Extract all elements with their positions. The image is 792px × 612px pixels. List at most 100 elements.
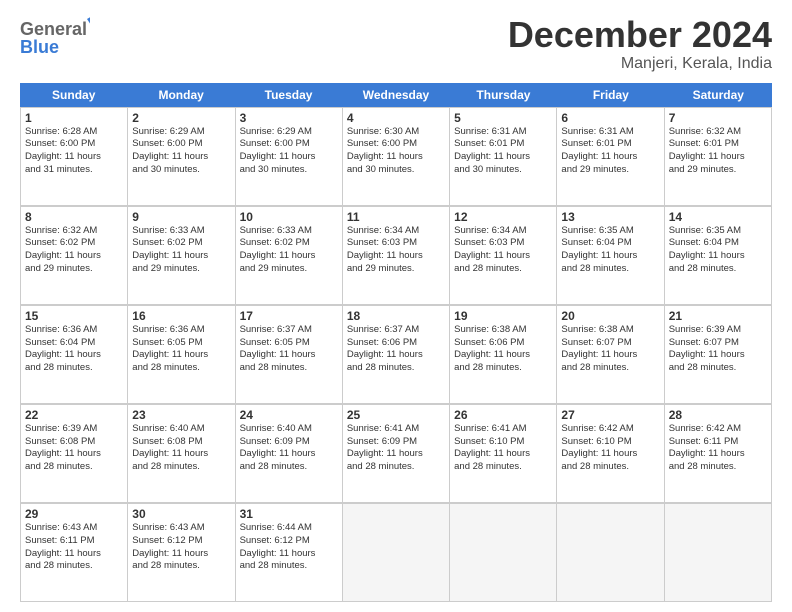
day-number: 14: [669, 210, 767, 224]
day-info: Sunrise: 6:36 AM Sunset: 6:05 PM Dayligh…: [132, 324, 230, 375]
day-number: 30: [132, 507, 230, 521]
day-info: Sunrise: 6:30 AM Sunset: 6:00 PM Dayligh…: [347, 126, 445, 177]
day-number: 10: [240, 210, 338, 224]
day-cell-12: 12Sunrise: 6:34 AM Sunset: 6:03 PM Dayli…: [450, 207, 557, 305]
day-info: Sunrise: 6:40 AM Sunset: 6:09 PM Dayligh…: [240, 423, 338, 474]
day-number: 26: [454, 408, 552, 422]
day-info: Sunrise: 6:38 AM Sunset: 6:06 PM Dayligh…: [454, 324, 552, 375]
day-info: Sunrise: 6:32 AM Sunset: 6:02 PM Dayligh…: [25, 225, 123, 276]
day-info: Sunrise: 6:32 AM Sunset: 6:01 PM Dayligh…: [669, 126, 767, 177]
calendar-header: SundayMondayTuesdayWednesdayThursdayFrid…: [20, 83, 772, 107]
day-cell-14: 14Sunrise: 6:35 AM Sunset: 6:04 PM Dayli…: [665, 207, 772, 305]
empty-cell: [450, 504, 557, 602]
day-cell-21: 21Sunrise: 6:39 AM Sunset: 6:07 PM Dayli…: [665, 306, 772, 404]
day-number: 17: [240, 309, 338, 323]
day-cell-16: 16Sunrise: 6:36 AM Sunset: 6:05 PM Dayli…: [128, 306, 235, 404]
day-header-tuesday: Tuesday: [235, 83, 342, 107]
day-number: 15: [25, 309, 123, 323]
day-number: 8: [25, 210, 123, 224]
day-number: 5: [454, 111, 552, 125]
day-cell-9: 9Sunrise: 6:33 AM Sunset: 6:02 PM Daylig…: [128, 207, 235, 305]
day-info: Sunrise: 6:39 AM Sunset: 6:08 PM Dayligh…: [25, 423, 123, 474]
day-cell-8: 8Sunrise: 6:32 AM Sunset: 6:02 PM Daylig…: [21, 207, 128, 305]
day-info: Sunrise: 6:34 AM Sunset: 6:03 PM Dayligh…: [454, 225, 552, 276]
day-cell-22: 22Sunrise: 6:39 AM Sunset: 6:08 PM Dayli…: [21, 405, 128, 503]
day-cell-11: 11Sunrise: 6:34 AM Sunset: 6:03 PM Dayli…: [343, 207, 450, 305]
day-cell-20: 20Sunrise: 6:38 AM Sunset: 6:07 PM Dayli…: [557, 306, 664, 404]
day-cell-6: 6Sunrise: 6:31 AM Sunset: 6:01 PM Daylig…: [557, 108, 664, 206]
logo: General Blue: [20, 15, 90, 59]
day-header-friday: Friday: [557, 83, 664, 107]
day-header-wednesday: Wednesday: [342, 83, 449, 107]
day-number: 7: [669, 111, 767, 125]
day-number: 9: [132, 210, 230, 224]
calendar-week-4: 22Sunrise: 6:39 AM Sunset: 6:08 PM Dayli…: [20, 404, 772, 503]
svg-text:Blue: Blue: [20, 37, 59, 57]
day-cell-25: 25Sunrise: 6:41 AM Sunset: 6:09 PM Dayli…: [343, 405, 450, 503]
empty-cell: [343, 504, 450, 602]
day-number: 1: [25, 111, 123, 125]
day-info: Sunrise: 6:41 AM Sunset: 6:10 PM Dayligh…: [454, 423, 552, 474]
day-number: 29: [25, 507, 123, 521]
day-number: 16: [132, 309, 230, 323]
day-info: Sunrise: 6:36 AM Sunset: 6:04 PM Dayligh…: [25, 324, 123, 375]
day-number: 21: [669, 309, 767, 323]
day-info: Sunrise: 6:41 AM Sunset: 6:09 PM Dayligh…: [347, 423, 445, 474]
day-info: Sunrise: 6:42 AM Sunset: 6:10 PM Dayligh…: [561, 423, 659, 474]
day-info: Sunrise: 6:34 AM Sunset: 6:03 PM Dayligh…: [347, 225, 445, 276]
day-number: 3: [240, 111, 338, 125]
day-cell-13: 13Sunrise: 6:35 AM Sunset: 6:04 PM Dayli…: [557, 207, 664, 305]
day-number: 23: [132, 408, 230, 422]
day-cell-19: 19Sunrise: 6:38 AM Sunset: 6:06 PM Dayli…: [450, 306, 557, 404]
day-number: 18: [347, 309, 445, 323]
day-info: Sunrise: 6:43 AM Sunset: 6:12 PM Dayligh…: [132, 522, 230, 573]
day-number: 6: [561, 111, 659, 125]
day-info: Sunrise: 6:43 AM Sunset: 6:11 PM Dayligh…: [25, 522, 123, 573]
calendar: SundayMondayTuesdayWednesdayThursdayFrid…: [20, 83, 772, 602]
page-header: General Blue December 2024 Manjeri, Kera…: [20, 15, 772, 73]
day-header-monday: Monday: [127, 83, 234, 107]
day-info: Sunrise: 6:31 AM Sunset: 6:01 PM Dayligh…: [454, 126, 552, 177]
day-number: 11: [347, 210, 445, 224]
day-info: Sunrise: 6:31 AM Sunset: 6:01 PM Dayligh…: [561, 126, 659, 177]
calendar-week-2: 8Sunrise: 6:32 AM Sunset: 6:02 PM Daylig…: [20, 206, 772, 305]
month-title: December 2024: [508, 15, 772, 55]
day-info: Sunrise: 6:42 AM Sunset: 6:11 PM Dayligh…: [669, 423, 767, 474]
day-number: 22: [25, 408, 123, 422]
day-info: Sunrise: 6:38 AM Sunset: 6:07 PM Dayligh…: [561, 324, 659, 375]
day-info: Sunrise: 6:37 AM Sunset: 6:05 PM Dayligh…: [240, 324, 338, 375]
day-header-saturday: Saturday: [665, 83, 772, 107]
day-cell-3: 3Sunrise: 6:29 AM Sunset: 6:00 PM Daylig…: [236, 108, 343, 206]
day-number: 4: [347, 111, 445, 125]
day-cell-26: 26Sunrise: 6:41 AM Sunset: 6:10 PM Dayli…: [450, 405, 557, 503]
day-cell-2: 2Sunrise: 6:29 AM Sunset: 6:00 PM Daylig…: [128, 108, 235, 206]
day-info: Sunrise: 6:33 AM Sunset: 6:02 PM Dayligh…: [132, 225, 230, 276]
day-number: 28: [669, 408, 767, 422]
day-number: 31: [240, 507, 338, 521]
day-cell-18: 18Sunrise: 6:37 AM Sunset: 6:06 PM Dayli…: [343, 306, 450, 404]
day-number: 13: [561, 210, 659, 224]
day-cell-15: 15Sunrise: 6:36 AM Sunset: 6:04 PM Dayli…: [21, 306, 128, 404]
day-number: 19: [454, 309, 552, 323]
location: Manjeri, Kerala, India: [508, 55, 772, 73]
day-cell-23: 23Sunrise: 6:40 AM Sunset: 6:08 PM Dayli…: [128, 405, 235, 503]
day-info: Sunrise: 6:35 AM Sunset: 6:04 PM Dayligh…: [561, 225, 659, 276]
day-number: 20: [561, 309, 659, 323]
day-info: Sunrise: 6:29 AM Sunset: 6:00 PM Dayligh…: [240, 126, 338, 177]
day-info: Sunrise: 6:35 AM Sunset: 6:04 PM Dayligh…: [669, 225, 767, 276]
day-number: 24: [240, 408, 338, 422]
day-cell-4: 4Sunrise: 6:30 AM Sunset: 6:00 PM Daylig…: [343, 108, 450, 206]
day-cell-5: 5Sunrise: 6:31 AM Sunset: 6:01 PM Daylig…: [450, 108, 557, 206]
day-cell-1: 1Sunrise: 6:28 AM Sunset: 6:00 PM Daylig…: [21, 108, 128, 206]
day-cell-31: 31Sunrise: 6:44 AM Sunset: 6:12 PM Dayli…: [236, 504, 343, 602]
day-number: 12: [454, 210, 552, 224]
day-info: Sunrise: 6:28 AM Sunset: 6:00 PM Dayligh…: [25, 126, 123, 177]
day-info: Sunrise: 6:44 AM Sunset: 6:12 PM Dayligh…: [240, 522, 338, 573]
svg-text:General: General: [20, 19, 87, 39]
calendar-week-3: 15Sunrise: 6:36 AM Sunset: 6:04 PM Dayli…: [20, 305, 772, 404]
day-info: Sunrise: 6:39 AM Sunset: 6:07 PM Dayligh…: [669, 324, 767, 375]
day-info: Sunrise: 6:33 AM Sunset: 6:02 PM Dayligh…: [240, 225, 338, 276]
calendar-week-5: 29Sunrise: 6:43 AM Sunset: 6:11 PM Dayli…: [20, 503, 772, 602]
day-cell-24: 24Sunrise: 6:40 AM Sunset: 6:09 PM Dayli…: [236, 405, 343, 503]
day-cell-30: 30Sunrise: 6:43 AM Sunset: 6:12 PM Dayli…: [128, 504, 235, 602]
